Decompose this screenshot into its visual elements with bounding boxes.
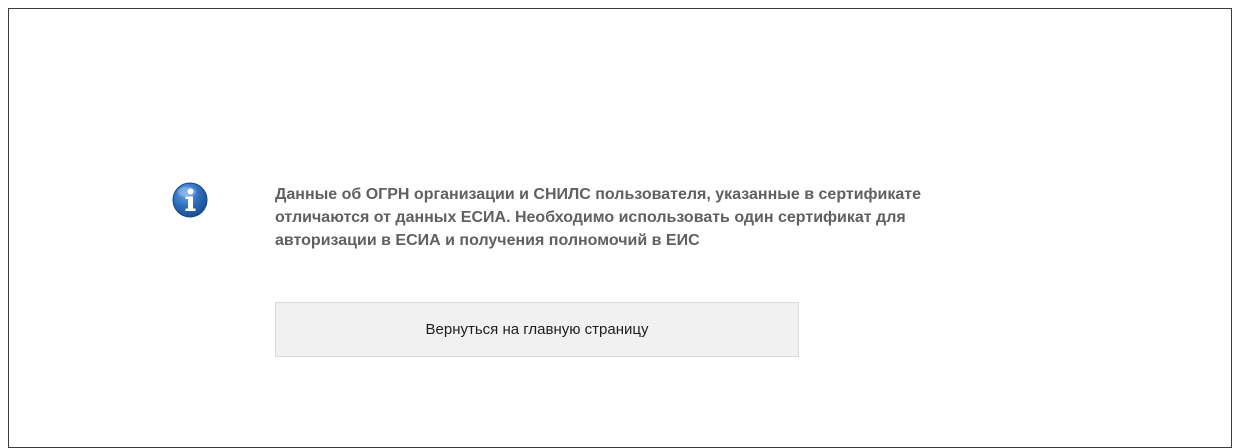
- notice-message-line: авторизации в ЕСИА и получения полномочи…: [275, 232, 700, 249]
- notice-message-line: Данные об ОГРН организации и СНИЛС польз…: [275, 186, 922, 203]
- notice-message: Данные об ОГРН организации и СНИЛС польз…: [275, 183, 1135, 252]
- info-icon: [172, 182, 208, 218]
- back-to-home-button[interactable]: Вернуться на главную страницу: [275, 302, 799, 357]
- notice-message-line: отличаются от данных ЕСИА. Необходимо ис…: [275, 209, 906, 226]
- content-panel: Данные об ОГРН организации и СНИЛС польз…: [8, 8, 1232, 448]
